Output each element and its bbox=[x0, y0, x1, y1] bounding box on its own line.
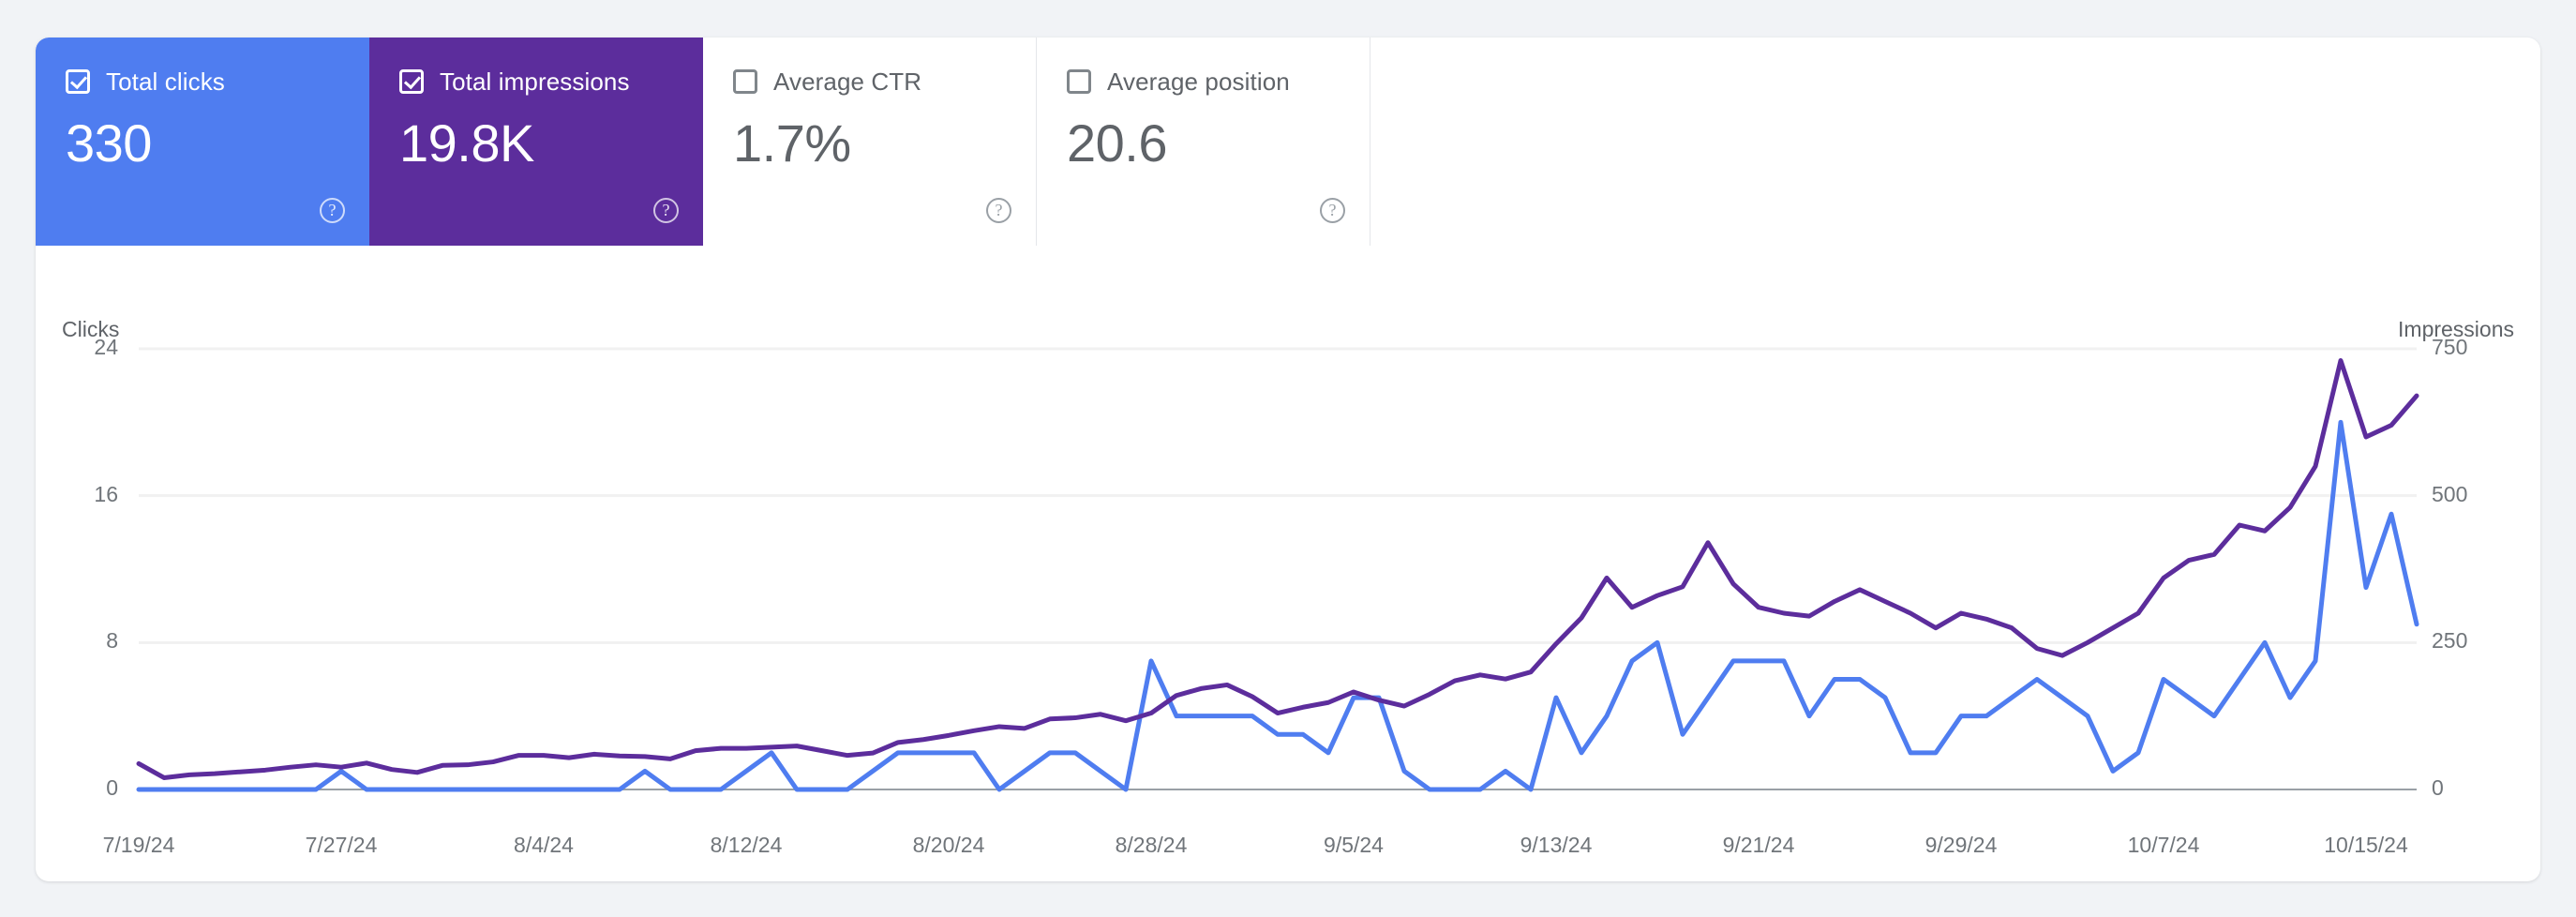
metric-tab-total-impressions[interactable]: Total impressions 19.8K ? bbox=[369, 38, 703, 246]
x-axis-tick: 8/28/24 bbox=[1116, 833, 1188, 858]
right-axis-tick: 500 bbox=[2432, 482, 2467, 507]
metric-value: 19.8K bbox=[399, 114, 534, 173]
x-axis-tick: 9/21/24 bbox=[1723, 833, 1795, 858]
metric-header: Average position bbox=[1067, 68, 1343, 96]
left-axis-tick: 16 bbox=[52, 482, 118, 507]
x-axis-tick: 9/13/24 bbox=[1520, 833, 1593, 858]
metric-header: Average CTR bbox=[733, 68, 1010, 96]
x-axis-tick: 9/5/24 bbox=[1324, 833, 1384, 858]
x-axis-tick: 7/27/24 bbox=[306, 833, 378, 858]
left-axis-tick: 0 bbox=[52, 775, 118, 801]
performance-chart: Clicks Impressions 08162402505007507/19/… bbox=[36, 246, 2540, 881]
x-axis-tick: 8/4/24 bbox=[514, 833, 574, 858]
help-icon[interactable]: ? bbox=[653, 198, 679, 223]
metric-tab-total-clicks[interactable]: Total clicks 330 ? bbox=[36, 38, 369, 246]
metric-label: Average position bbox=[1107, 68, 1290, 97]
metric-label: Average CTR bbox=[773, 68, 921, 97]
metric-tab-average-position[interactable]: Average position 20.6 ? bbox=[1037, 38, 1370, 246]
x-axis-tick: 9/29/24 bbox=[1925, 833, 1998, 858]
metric-label: Total impressions bbox=[440, 68, 630, 97]
right-axis-tick: 250 bbox=[2432, 628, 2467, 654]
metric-header: Total impressions bbox=[399, 68, 677, 96]
metric-label: Total clicks bbox=[106, 68, 225, 97]
metric-value: 330 bbox=[66, 114, 152, 173]
help-icon[interactable]: ? bbox=[320, 198, 345, 223]
x-axis-tick: 8/20/24 bbox=[913, 833, 985, 858]
x-axis-tick: 7/19/24 bbox=[103, 833, 175, 858]
metric-tab-average-ctr[interactable]: Average CTR 1.7% ? bbox=[703, 38, 1037, 246]
right-axis-tick: 750 bbox=[2432, 335, 2467, 360]
x-axis-tick: 8/12/24 bbox=[711, 833, 783, 858]
metric-value: 20.6 bbox=[1067, 114, 1167, 173]
left-axis-tick: 24 bbox=[52, 335, 118, 360]
metric-header: Total clicks bbox=[66, 68, 343, 96]
checkbox-unchecked-icon[interactable] bbox=[1067, 69, 1091, 94]
x-axis-tick: 10/7/24 bbox=[2128, 833, 2200, 858]
performance-page: Total clicks 330 ? Total impressions 19.… bbox=[0, 0, 2576, 917]
chart-plot bbox=[36, 246, 2540, 881]
left-axis-tick: 8 bbox=[52, 628, 118, 654]
help-icon[interactable]: ? bbox=[986, 198, 1011, 223]
help-icon[interactable]: ? bbox=[1320, 198, 1345, 223]
metric-tab-row: Total clicks 330 ? Total impressions 19.… bbox=[36, 38, 1370, 246]
checkbox-unchecked-icon[interactable] bbox=[733, 69, 757, 94]
performance-card: Total clicks 330 ? Total impressions 19.… bbox=[36, 38, 2540, 881]
checkbox-checked-icon[interactable] bbox=[66, 69, 90, 94]
x-axis-tick: 10/15/24 bbox=[2324, 833, 2408, 858]
right-axis-tick: 0 bbox=[2432, 775, 2444, 801]
checkbox-checked-icon[interactable] bbox=[399, 69, 424, 94]
metric-value: 1.7% bbox=[733, 114, 851, 173]
